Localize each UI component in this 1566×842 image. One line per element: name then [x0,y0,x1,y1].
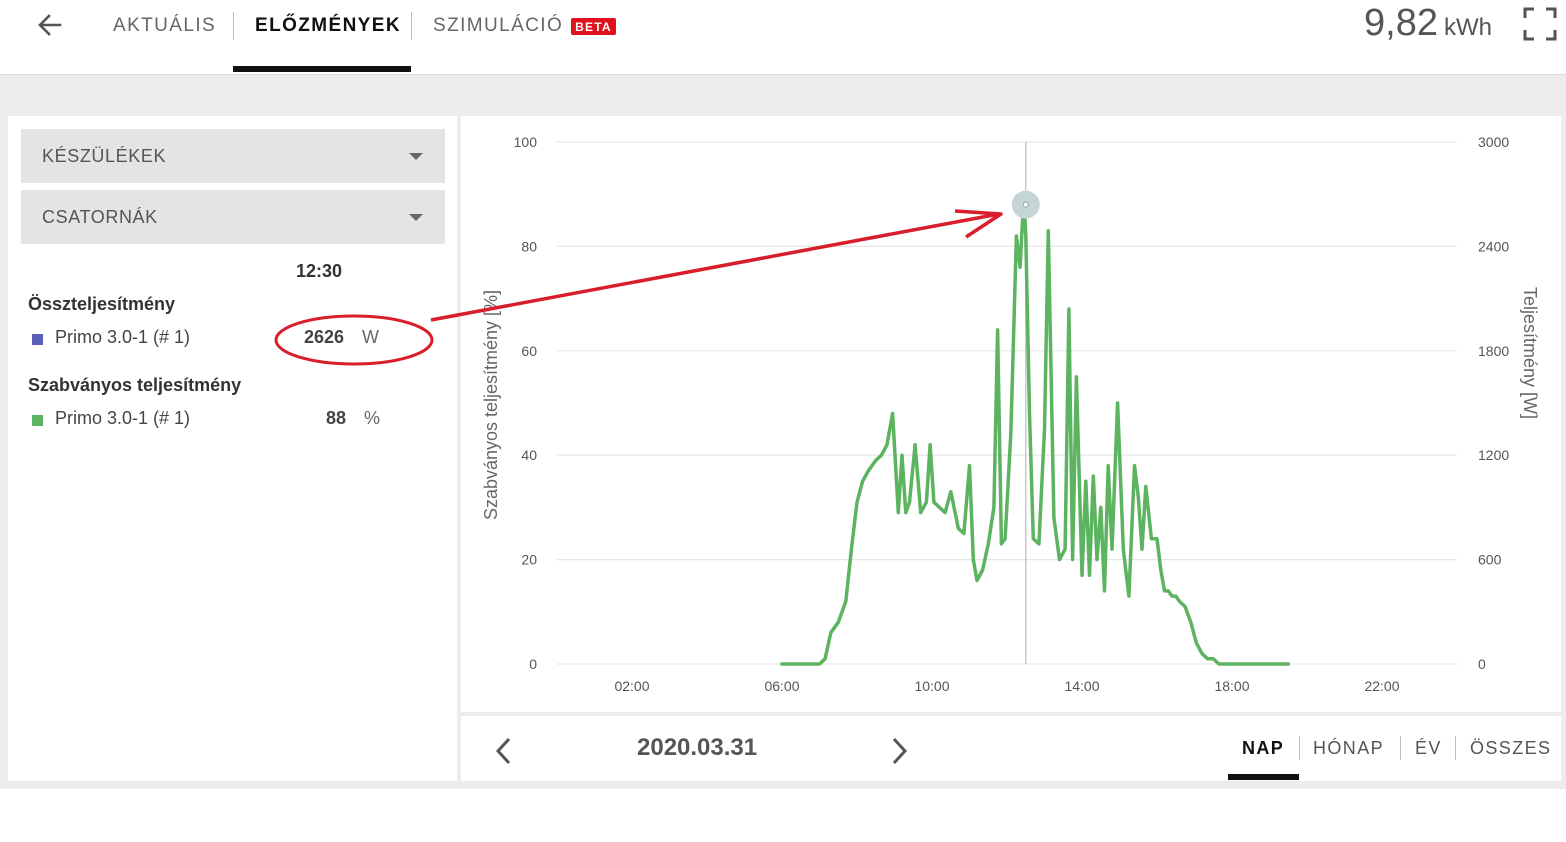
chevron-left-icon [495,737,511,765]
energy-unit: kWh [1444,14,1492,41]
previous-day-button[interactable] [489,734,519,768]
legend-item[interactable]: Primo 3.0-1 (# 1) 2626 W [32,327,432,351]
group-title-normalized-power: Szabványos teljesítmény [28,375,242,395]
tab-divider [233,12,234,40]
channels-dropdown[interactable]: CSATORNÁK [21,190,445,244]
next-day-button[interactable] [885,734,915,768]
beta-badge: BETA [571,17,616,35]
period-day[interactable]: NAP [1242,738,1284,759]
series-line [780,192,1291,666]
back-button[interactable] [30,8,70,42]
legend-item-unit: W [362,327,379,347]
tab-aktualis-label: AKTUÁLIS [113,15,217,36]
chevron-right-icon [892,737,908,765]
energy-total: 9,82 kWh [1364,2,1492,50]
date-navigation: 2020.03.31 NAP HÓNAP ÉV ÖSSZES [461,716,1561,781]
period-year[interactable]: ÉV [1415,738,1442,759]
tab-szimulacio[interactable]: SZIMULÁCIÓ BETA [433,0,616,52]
y-tick-label: 80 [521,238,537,254]
fullscreen-button[interactable] [1522,6,1562,46]
y-tick-label: 20 [521,552,537,568]
y2-tick-label: 0 [1478,656,1486,672]
legend-item-value: 88 [326,408,347,428]
fullscreen-icon [1523,7,1557,41]
legend-item-unit: % [364,408,381,428]
x-tick-label: 06:00 [764,678,799,694]
active-tab-indicator [233,66,411,72]
caret-down-icon [409,214,423,221]
x-tick-label: 22:00 [1364,678,1399,694]
period-divider [1455,736,1456,760]
chart-panel: 0 0 20 600 40 1200 60 1800 80 2400 100 3000 02:00 06:… [461,116,1561,712]
x-tick-label: 18:00 [1214,678,1249,694]
hover-marker-dot [1022,201,1029,208]
y2-tick-label: 600 [1478,552,1502,568]
y-tick-label: 0 [529,656,537,672]
y-tick-label: 60 [521,343,537,359]
cursor-time: 12:30 [296,261,343,281]
caret-down-icon [409,153,423,160]
y2-axis-title: Teljesítmény [W] [1520,287,1540,419]
active-period-indicator [1228,774,1299,780]
devices-dropdown[interactable]: KÉSZÜLÉKEK [21,129,445,183]
y-axis-title: Szabványos teljesítmény [%] [481,290,501,520]
tab-elozmenyek[interactable]: ELŐZMÉNYEK [255,0,401,52]
tab-elozmenyek-label: ELŐZMÉNYEK [255,15,401,36]
y2-tick-label: 2400 [1478,238,1509,254]
legend-item-value: 2626 [304,327,345,347]
x-tick-label: 10:00 [914,678,949,694]
y-tick-label: 100 [514,134,538,150]
legend-item[interactable]: Primo 3.0-1 (# 1) 88 % [32,408,432,432]
period-all[interactable]: ÖSSZES [1470,738,1551,759]
legend-swatch [32,334,43,345]
period-divider [1299,736,1300,760]
legend-item-name: Primo 3.0-1 (# 1) [55,408,191,428]
y-tick-label: 40 [521,447,537,463]
tab-szimulacio-label: SZIMULÁCIÓ [433,15,564,36]
energy-value: 9,82 [1364,2,1438,44]
legend-panel: KÉSZÜLÉKEK CSATORNÁK 12:30 Összteljesítm… [8,116,457,781]
tab-divider [411,12,412,40]
legend-item-name: Primo 3.0-1 (# 1) [55,327,191,347]
x-tick-label: 02:00 [614,678,649,694]
y2-tick-label: 1200 [1478,447,1509,463]
period-divider [1400,736,1401,760]
arrow-left-icon [38,14,62,36]
y2-tick-label: 1800 [1478,343,1509,359]
y2-tick-label: 3000 [1478,134,1509,150]
channels-dropdown-label: CSATORNÁK [42,206,158,227]
power-chart[interactable]: 0 0 20 600 40 1200 60 1800 80 2400 100 3000 02:00 06:… [461,116,1561,712]
top-bar: AKTUÁLIS ELŐZMÉNYEK SZIMULÁCIÓ BETA 9,82… [0,0,1566,75]
period-month[interactable]: HÓNAP [1313,738,1384,759]
legend-swatch [32,415,43,426]
current-date: 2020.03.31 [637,734,758,761]
devices-dropdown-label: KÉSZÜLÉKEK [42,145,167,166]
group-title-total-power: Összteljesítmény [28,294,176,314]
x-tick-label: 14:00 [1064,678,1099,694]
tab-aktualis[interactable]: AKTUÁLIS [113,0,216,52]
